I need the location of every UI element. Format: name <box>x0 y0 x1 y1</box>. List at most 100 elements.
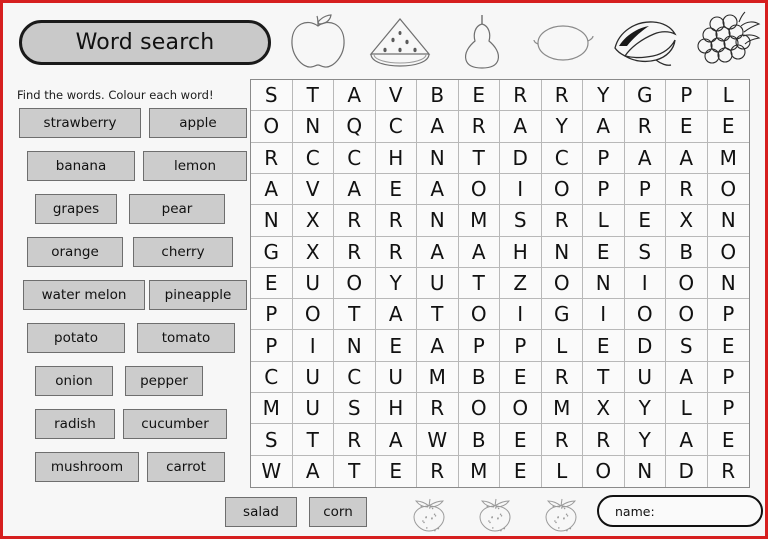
word-chip-pineapple[interactable]: pineapple <box>149 280 247 310</box>
word-chip-orange[interactable]: orange <box>27 237 123 267</box>
grid-cell[interactable]: O <box>500 393 542 425</box>
grid-cell[interactable]: G <box>251 236 293 268</box>
grid-cell[interactable]: H <box>375 393 417 425</box>
grid-cell[interactable]: I <box>583 299 625 331</box>
word-chip-corn[interactable]: corn <box>309 497 367 527</box>
grid-cell[interactable]: Y <box>624 424 666 456</box>
grid-cell[interactable]: O <box>458 299 500 331</box>
grid-cell[interactable]: Q <box>334 111 376 143</box>
grid-cell[interactable]: R <box>334 205 376 237</box>
grid-cell[interactable]: E <box>707 111 749 143</box>
word-search-grid[interactable]: STAVBERRYGPLONQCARAYAREERCCHNTDCPAAMAVAE… <box>250 79 750 488</box>
grid-cell[interactable]: A <box>666 142 708 174</box>
grid-cell[interactable]: Y <box>583 80 625 112</box>
grid-cell[interactable]: Z <box>500 267 542 300</box>
grid-cell[interactable]: R <box>707 455 749 487</box>
grid-cell[interactable]: P <box>458 330 500 362</box>
grid-cell[interactable]: A <box>292 455 334 487</box>
grid-cell[interactable]: T <box>417 299 459 331</box>
grid-cell[interactable]: E <box>666 111 708 143</box>
grid-cell[interactable]: D <box>624 330 666 362</box>
grid-cell[interactable]: R <box>666 173 708 206</box>
grid-cell[interactable]: I <box>624 267 666 300</box>
grid-cell[interactable]: A <box>375 424 417 456</box>
grid-cell[interactable]: B <box>458 424 500 456</box>
grid-cell[interactable]: R <box>541 361 583 394</box>
grid-cell[interactable]: O <box>666 267 708 300</box>
word-chip-potato[interactable]: potato <box>27 323 125 353</box>
grid-cell[interactable]: E <box>375 173 417 206</box>
grid-cell[interactable]: C <box>334 142 376 174</box>
grid-cell[interactable]: E <box>583 330 625 362</box>
grid-cell[interactable]: H <box>375 142 417 174</box>
grid-cell[interactable]: S <box>251 80 293 112</box>
grid-cell[interactable]: O <box>292 299 334 331</box>
grid-cell[interactable]: O <box>251 111 293 143</box>
word-chip-onion[interactable]: onion <box>35 366 113 396</box>
grid-cell[interactable]: P <box>251 299 293 331</box>
word-chip-salad[interactable]: salad <box>225 497 297 527</box>
grid-cell[interactable]: S <box>334 393 376 425</box>
grid-cell[interactable]: A <box>251 173 293 206</box>
grid-cell[interactable]: B <box>458 361 500 394</box>
word-chip-strawberry[interactable]: strawberry <box>19 108 141 138</box>
grid-cell[interactable]: S <box>251 424 293 456</box>
grid-cell[interactable]: T <box>458 267 500 300</box>
grid-cell[interactable]: B <box>417 80 459 112</box>
grid-cell[interactable]: I <box>500 173 542 206</box>
grid-cell[interactable]: T <box>458 142 500 174</box>
name-field[interactable]: name: <box>597 495 763 527</box>
grid-cell[interactable]: E <box>375 455 417 487</box>
grid-cell[interactable]: U <box>292 393 334 425</box>
grid-cell[interactable]: I <box>292 330 334 362</box>
grid-cell[interactable]: C <box>375 111 417 143</box>
grid-cell[interactable]: O <box>707 173 749 206</box>
grid-cell[interactable]: P <box>707 361 749 394</box>
word-chip-banana[interactable]: banana <box>27 151 135 181</box>
grid-cell[interactable]: D <box>666 455 708 487</box>
grid-cell[interactable]: A <box>417 236 459 268</box>
word-chip-cherry[interactable]: cherry <box>133 237 233 267</box>
grid-cell[interactable]: N <box>707 205 749 237</box>
grid-cell[interactable]: T <box>292 80 334 112</box>
grid-cell[interactable]: T <box>583 361 625 394</box>
grid-cell[interactable]: N <box>624 455 666 487</box>
grid-cell[interactable]: L <box>583 205 625 237</box>
grid-cell[interactable]: P <box>583 142 625 174</box>
grid-cell[interactable]: U <box>375 361 417 394</box>
grid-cell[interactable]: R <box>334 424 376 456</box>
word-chip-pear[interactable]: pear <box>129 194 225 224</box>
grid-cell[interactable]: A <box>666 424 708 456</box>
grid-cell[interactable]: P <box>707 393 749 425</box>
word-chip-grapes[interactable]: grapes <box>35 194 117 224</box>
word-chip-radish[interactable]: radish <box>35 409 115 439</box>
grid-cell[interactable]: T <box>292 424 334 456</box>
grid-cell[interactable]: D <box>500 142 542 174</box>
grid-cell[interactable]: R <box>251 142 293 174</box>
grid-cell[interactable]: C <box>541 142 583 174</box>
grid-cell[interactable]: S <box>666 330 708 362</box>
grid-cell[interactable]: O <box>458 393 500 425</box>
grid-cell[interactable]: W <box>251 455 293 487</box>
grid-cell[interactable]: P <box>666 80 708 112</box>
grid-cell[interactable]: P <box>624 173 666 206</box>
grid-cell[interactable]: A <box>666 361 708 394</box>
grid-cell[interactable]: O <box>541 173 583 206</box>
word-chip-tomato[interactable]: tomato <box>137 323 235 353</box>
grid-cell[interactable]: E <box>583 236 625 268</box>
grid-cell[interactable]: R <box>541 80 583 112</box>
grid-cell[interactable]: E <box>500 424 542 456</box>
grid-cell[interactable]: C <box>334 361 376 394</box>
grid-cell[interactable]: E <box>500 361 542 394</box>
grid-cell[interactable]: G <box>541 299 583 331</box>
grid-cell[interactable]: E <box>251 267 293 300</box>
word-chip-apple[interactable]: apple <box>149 108 247 138</box>
grid-cell[interactable]: N <box>417 142 459 174</box>
grid-cell[interactable]: N <box>541 236 583 268</box>
word-chip-carrot[interactable]: carrot <box>147 452 225 482</box>
grid-cell[interactable]: Y <box>541 111 583 143</box>
grid-cell[interactable]: R <box>417 393 459 425</box>
grid-cell[interactable]: O <box>334 267 376 300</box>
grid-cell[interactable]: U <box>624 361 666 394</box>
grid-cell[interactable]: E <box>624 205 666 237</box>
